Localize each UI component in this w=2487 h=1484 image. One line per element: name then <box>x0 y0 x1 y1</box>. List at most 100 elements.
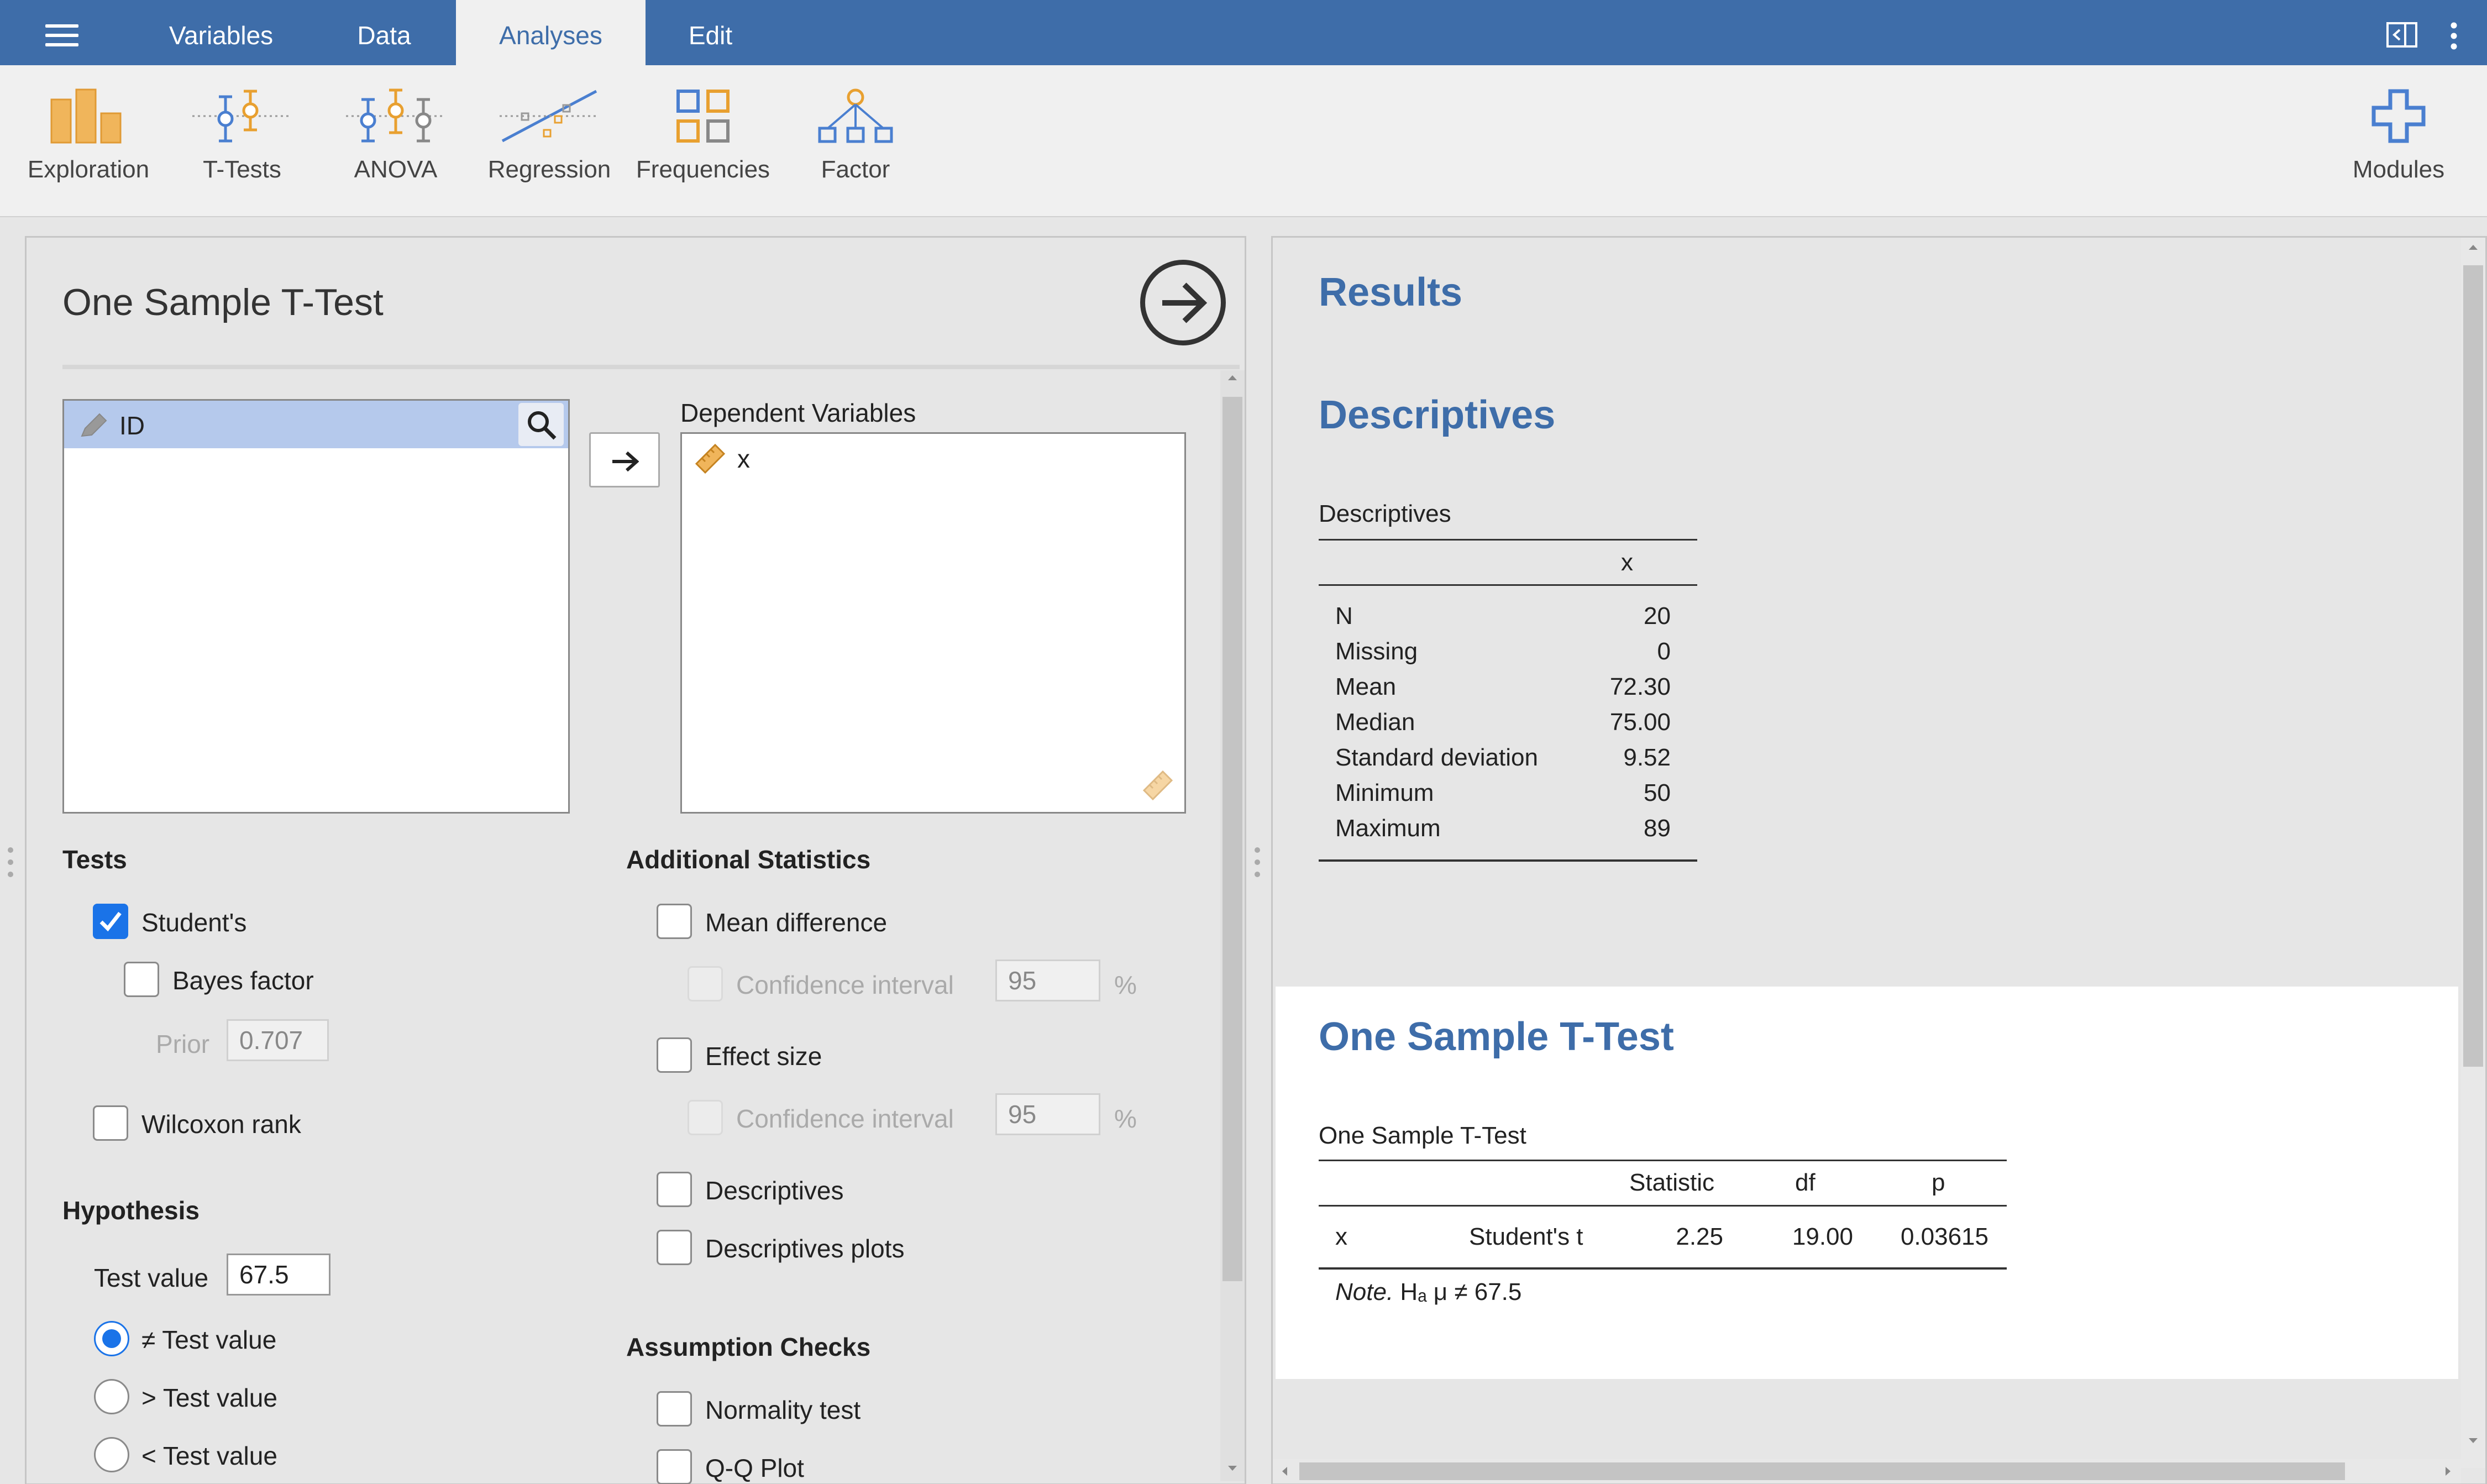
wilcoxon-rank-label: Wilcoxon rank <box>141 1110 301 1139</box>
descriptives-column-header: x <box>1621 549 1633 576</box>
factor-label: Factor <box>821 156 890 183</box>
more-vertical-icon[interactable] <box>2449 22 2458 50</box>
dependent-item-x[interactable]: x <box>682 434 1184 481</box>
run-arrow-button[interactable] <box>1140 260 1226 345</box>
effect-size-ci-checkbox[interactable] <box>688 1100 723 1135</box>
mean-diff-ci-checkbox[interactable] <box>688 966 723 1001</box>
table-row-label: Minimum <box>1335 779 1434 806</box>
frequencies-button[interactable]: Frequencies <box>631 88 775 199</box>
table-row-label: Standard deviation <box>1335 744 1538 771</box>
exploration-button[interactable]: Exploration <box>17 88 160 199</box>
descriptives-table-caption: Descriptives <box>1319 500 1451 527</box>
title-divider <box>62 365 1240 369</box>
descriptives-label: Descriptives <box>705 1176 844 1205</box>
table-row-value: 72.30 <box>1609 673 1671 700</box>
search-icon <box>528 411 557 440</box>
tab-data[interactable]: Data <box>304 0 464 65</box>
mean-difference-checkbox[interactable] <box>657 904 692 939</box>
table-row-value: 20 <box>1644 602 1671 630</box>
search-variables-button[interactable] <box>518 403 564 446</box>
table-row-value: 50 <box>1644 779 1671 806</box>
students-checkbox[interactable] <box>93 904 128 939</box>
modules-label: Modules <box>2352 156 2445 183</box>
hypothesis-less-label: < Test value <box>141 1441 277 1470</box>
variable-item-id[interactable]: ID <box>64 401 568 448</box>
scroll-up-icon <box>2469 245 2478 250</box>
table-row-label: N <box>1335 602 1353 630</box>
checkmark-icon <box>99 911 122 932</box>
splitter-grip-icon[interactable] <box>1253 846 1261 879</box>
assumption-checks-header: Assumption Checks <box>626 1333 871 1361</box>
hypothesis-header: Hypothesis <box>62 1196 200 1225</box>
dependent-variables-list[interactable]: x <box>680 432 1186 814</box>
descriptives-plots-checkbox[interactable] <box>657 1230 692 1265</box>
exploration-label: Exploration <box>27 156 150 183</box>
effect-size-ci-input[interactable]: 95 <box>995 1093 1100 1135</box>
hamburger-menu-icon[interactable] <box>45 24 78 46</box>
hypothesis-not-equal-radio[interactable] <box>94 1321 129 1356</box>
modules-button[interactable]: Modules <box>2327 88 2470 199</box>
continuous-ruler-icon <box>1142 770 1173 801</box>
mean-diff-ci-label: Confidence interval <box>736 971 954 999</box>
effect-size-checkbox[interactable] <box>657 1037 692 1073</box>
scroll-right-icon <box>2446 1467 2451 1476</box>
table-row-label: Mean <box>1335 673 1397 700</box>
arrow-right-icon <box>612 451 639 472</box>
scroll-down-icon <box>1228 1466 1237 1471</box>
available-variables-list[interactable]: ID <box>62 399 570 814</box>
results-vertical-scrollbar[interactable] <box>2461 238 2485 1468</box>
t-tests-button[interactable]: T-Tests <box>170 88 314 199</box>
results-panel: Results Descriptives Descriptives x N 20… <box>1271 236 2487 1484</box>
options-scrollbar[interactable] <box>1220 370 1245 1481</box>
left-resize-grip-icon[interactable] <box>7 846 14 879</box>
effect-size-ci-label: Confidence interval <box>736 1104 954 1133</box>
ttest-results-section[interactable]: One Sample T-Test One Sample T-Test Stat… <box>1276 987 2458 1379</box>
anova-icon <box>346 88 445 143</box>
note-label: Note. <box>1335 1278 1394 1305</box>
table-row-value: 75.00 <box>1609 709 1671 736</box>
note-text: Hₐ μ ≠ 67.5 <box>1400 1278 1522 1305</box>
top-bar: Variables Data Analyses Edit <box>0 0 2487 65</box>
scroll-up-icon <box>1228 375 1237 380</box>
anova-button[interactable]: ANOVA <box>324 88 468 199</box>
additional-statistics-header: Additional Statistics <box>626 845 871 874</box>
results-horizontal-scrollbar[interactable] <box>1273 1459 2461 1483</box>
results-scroll-thumb[interactable] <box>2463 265 2483 1067</box>
analysis-title: One Sample T-Test <box>62 281 384 323</box>
variable-name-id: ID <box>119 411 145 440</box>
normality-test-label: Normality test <box>705 1396 861 1424</box>
tab-analyses[interactable]: Analyses <box>456 0 646 65</box>
hypothesis-less-radio[interactable] <box>94 1437 129 1472</box>
nominal-pencil-icon <box>81 413 107 437</box>
ttest-heading[interactable]: One Sample T-Test <box>1319 1014 1674 1060</box>
effect-size-label: Effect size <box>705 1042 822 1071</box>
options-scroll-thumb[interactable] <box>1222 397 1242 1281</box>
bayes-factor-checkbox[interactable] <box>124 962 159 997</box>
prior-input[interactable]: 0.707 <box>227 1019 329 1061</box>
results-h-scroll-thumb[interactable] <box>1299 1462 2345 1480</box>
wilcoxon-rank-checkbox[interactable] <box>93 1105 128 1141</box>
qq-plot-checkbox[interactable] <box>657 1449 692 1484</box>
t-tests-icon <box>192 90 292 143</box>
move-to-dependent-button[interactable] <box>589 432 660 487</box>
dependent-variables-label: Dependent Variables <box>680 398 916 427</box>
descriptives-heading[interactable]: Descriptives <box>1319 392 1555 438</box>
arrow-right-icon <box>1162 282 1208 323</box>
regression-button[interactable]: Regression <box>478 88 621 199</box>
view-mode-icon[interactable] <box>2386 22 2417 48</box>
tests-header: Tests <box>62 845 127 874</box>
anova-label: ANOVA <box>354 156 438 183</box>
scroll-left-icon <box>1282 1467 1287 1476</box>
factor-button[interactable]: Factor <box>784 88 927 199</box>
descriptives-checkbox[interactable] <box>657 1172 692 1207</box>
test-value-input[interactable]: 67.5 <box>227 1254 330 1296</box>
table-row-value: 0 <box>1657 638 1671 665</box>
table-rule <box>1319 539 1697 541</box>
hypothesis-greater-radio[interactable] <box>94 1379 129 1414</box>
mean-diff-ci-input[interactable]: 95 <box>995 959 1100 1001</box>
bayes-factor-label: Bayes factor <box>172 966 314 995</box>
tab-edit[interactable]: Edit <box>646 0 775 65</box>
normality-test-checkbox[interactable] <box>657 1391 692 1427</box>
table-note: Note. Hₐ μ ≠ 67.5 <box>1335 1278 1521 1306</box>
tab-variables[interactable]: Variables <box>138 0 304 65</box>
